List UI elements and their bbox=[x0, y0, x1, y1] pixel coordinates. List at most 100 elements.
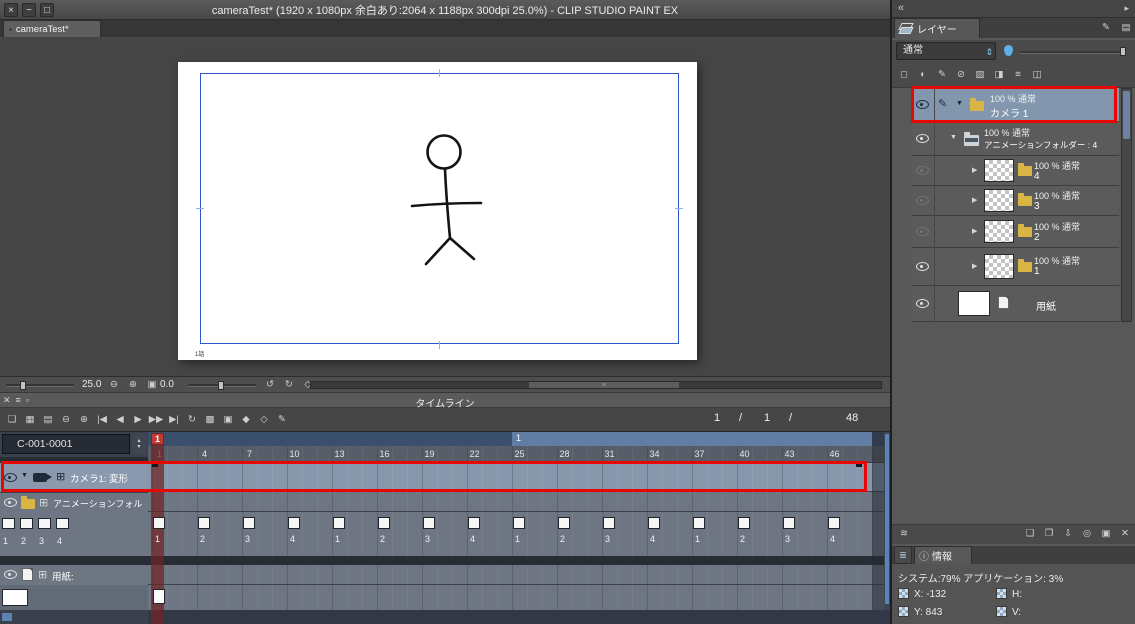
paper-track-cells[interactable] bbox=[148, 565, 890, 585]
cel-box-frame-7[interactable] bbox=[243, 517, 255, 529]
loop-playback-icon[interactable]: ↻ bbox=[184, 412, 200, 428]
blend-mode-select[interactable]: 通常 ⇕ bbox=[896, 42, 996, 60]
thumbnail-size-icon[interactable]: ◻ bbox=[896, 67, 912, 83]
timeline-frames-area[interactable]: 1 14710131619222528313437404346 12341234… bbox=[148, 432, 890, 624]
onion-skin-icon[interactable]: ▩ bbox=[202, 412, 218, 428]
layer-mask-icon[interactable]: ▣ bbox=[1098, 526, 1114, 542]
prev-frame-icon[interactable]: ◀ bbox=[112, 412, 128, 428]
clipping-icon[interactable]: ◎ bbox=[1079, 526, 1095, 542]
cel-display-icon[interactable]: ▣ bbox=[220, 412, 236, 428]
next-frame-icon[interactable]: ▶▶ bbox=[148, 412, 164, 428]
canvas-page[interactable]: 1話 bbox=[178, 62, 697, 360]
timeline-hscroll-left[interactable] bbox=[0, 610, 148, 624]
collapse-triangle-icon[interactable]: ▼ bbox=[21, 472, 28, 479]
delete-layer-icon[interactable]: ✕ bbox=[1117, 526, 1133, 542]
expand-triangle-icon[interactable]: ▶ bbox=[972, 262, 977, 270]
cel-box-frame-22[interactable] bbox=[468, 517, 480, 529]
cel-thumb[interactable] bbox=[38, 518, 51, 529]
play-icon[interactable]: ▶ bbox=[130, 412, 146, 428]
rotation-slider-th[interactable] bbox=[218, 381, 224, 390]
tab-close-icon[interactable]: ▪ bbox=[9, 25, 12, 34]
track-visibility-eye-icon[interactable] bbox=[4, 570, 17, 579]
timeline-track-paper[interactable]: ⊞ 用紙: bbox=[0, 565, 148, 585]
expand-keyframes-icon[interactable]: ⊞ bbox=[56, 470, 65, 483]
layer-row-animation-folder[interactable]: ▼ 100 % 通常 アニメーションフォルダー : 4 bbox=[912, 122, 1119, 156]
edit-timeline-icon[interactable]: ✎ bbox=[274, 412, 290, 428]
paper-layer-thumbnail[interactable] bbox=[958, 291, 990, 316]
visibility-eye-icon[interactable] bbox=[916, 134, 929, 143]
canvas-hscrollbar-thumb[interactable]: ≡ bbox=[529, 382, 679, 389]
layer-row-4[interactable]: ▶ 100 % 通常 4 bbox=[912, 156, 1119, 186]
tab-layers[interactable]: レイヤー bbox=[894, 18, 980, 38]
zoom-slider-th[interactable] bbox=[20, 381, 26, 390]
opacity-slider-thumb[interactable] bbox=[1120, 47, 1126, 56]
cel-box-frame-40[interactable] bbox=[738, 517, 750, 529]
last-frame-icon[interactable]: ▶| bbox=[166, 412, 182, 428]
expand-track-icon[interactable]: ⊞ bbox=[39, 496, 48, 509]
cut-name[interactable]: C-001-0001 bbox=[2, 434, 130, 454]
panel-list-tab[interactable]: ≣ bbox=[894, 546, 912, 564]
merge-down-icon[interactable]: ⇩ bbox=[1060, 526, 1076, 542]
expand-triangle-icon[interactable]: ▶ bbox=[972, 166, 977, 174]
frame-number-row[interactable]: 14710131619222528313437404346 bbox=[148, 446, 890, 463]
layer-thumbnail[interactable] bbox=[984, 159, 1014, 182]
cel-box-frame-37[interactable] bbox=[693, 517, 705, 529]
edit-palette-icon[interactable]: ✎ bbox=[1098, 20, 1114, 36]
new-layer-icon[interactable]: ❏ bbox=[1022, 526, 1038, 542]
track-visibility-eye-icon[interactable] bbox=[4, 473, 17, 482]
frame-grid-view-icon[interactable]: ▦ bbox=[22, 412, 38, 428]
playhead[interactable]: 1 bbox=[151, 433, 164, 445]
canvas-hscrollbar[interactable]: ≡ bbox=[310, 381, 882, 389]
cel-thumb[interactable] bbox=[2, 518, 15, 529]
timeline-hscroll-right[interactable] bbox=[148, 610, 890, 624]
cel-box-frame-28[interactable] bbox=[558, 517, 570, 529]
zoom-out-icon[interactable]: ⊖ bbox=[106, 377, 122, 393]
paper-cel-row[interactable] bbox=[148, 585, 890, 610]
expand-triangle-icon[interactable]: ▼ bbox=[956, 100, 963, 107]
timeline-vscrollbar[interactable] bbox=[884, 432, 890, 610]
zoom-slider[interactable] bbox=[6, 384, 74, 387]
timeline-select-icon[interactable]: ❏ bbox=[4, 412, 20, 428]
cel-box-frame-16[interactable] bbox=[378, 517, 390, 529]
canvas-area[interactable]: 1話 bbox=[0, 37, 890, 376]
opacity-slider[interactable] bbox=[1020, 51, 1124, 54]
cel-box-frame-10[interactable] bbox=[288, 517, 300, 529]
enable-keyframe-icon[interactable]: ◆ bbox=[238, 412, 254, 428]
expand-triangle-icon[interactable]: ▼ bbox=[950, 134, 957, 141]
cel-box-frame-31[interactable] bbox=[603, 517, 615, 529]
cut-spinner[interactable]: ▴ ▾ bbox=[132, 433, 146, 455]
hscroll-thumb[interactable] bbox=[2, 613, 12, 621]
paper-cel-box[interactable] bbox=[153, 589, 165, 604]
add-keyframe-icon[interactable]: ◇ bbox=[256, 412, 272, 428]
new-folder-icon[interactable]: ❐ bbox=[1041, 526, 1057, 542]
rotate-left-icon[interactable]: ↺ bbox=[262, 377, 278, 393]
layer-row-1[interactable]: ▶ 100 % 通常 1 bbox=[912, 248, 1119, 286]
draft-layer-icon[interactable]: ✎ bbox=[934, 67, 950, 83]
combine-mode-icon[interactable]: ◐ bbox=[915, 67, 931, 83]
visibility-eye-icon[interactable] bbox=[916, 299, 929, 308]
mask-enable-icon[interactable]: ◨ bbox=[991, 67, 1007, 83]
visibility-eye-icon[interactable] bbox=[916, 100, 929, 109]
layer-thumbnail[interactable] bbox=[984, 220, 1014, 243]
paper-thumbnail[interactable] bbox=[2, 589, 28, 606]
expand-track-icon[interactable]: ⊞ bbox=[38, 568, 47, 581]
cel-box-frame-46[interactable] bbox=[828, 517, 840, 529]
cel-box-frame-34[interactable] bbox=[648, 517, 660, 529]
cel-box-frame-19[interactable] bbox=[423, 517, 435, 529]
cel-box-frame-4[interactable] bbox=[198, 517, 210, 529]
timeline-zoom-out-icon[interactable]: ⊖ bbox=[58, 412, 74, 428]
zoom-in-icon[interactable]: ⊕ bbox=[125, 377, 141, 393]
layer-scrollbar-thumb[interactable] bbox=[1123, 91, 1130, 139]
layer-list-scrollbar[interactable] bbox=[1121, 88, 1132, 322]
layer-row-paper[interactable]: 用紙 bbox=[912, 286, 1119, 322]
animation-folder-track-cells[interactable] bbox=[148, 492, 890, 512]
lock-transparent-icon[interactable]: ▨ bbox=[972, 67, 988, 83]
track-list-view-icon[interactable]: ▤ bbox=[40, 412, 56, 428]
cel-thumb[interactable] bbox=[20, 518, 33, 529]
tab-info[interactable]: ⓘ 情報 bbox=[914, 546, 972, 564]
cel-thumb[interactable] bbox=[56, 518, 69, 529]
timeline-track-camera[interactable]: ▼ ⊞ カメラ1: 変形 bbox=[0, 463, 148, 492]
track-visibility-eye-icon[interactable] bbox=[4, 498, 17, 507]
layer-row-3[interactable]: ▶ 100 % 通常 3 bbox=[912, 186, 1119, 216]
visibility-eye-icon[interactable] bbox=[916, 166, 929, 175]
